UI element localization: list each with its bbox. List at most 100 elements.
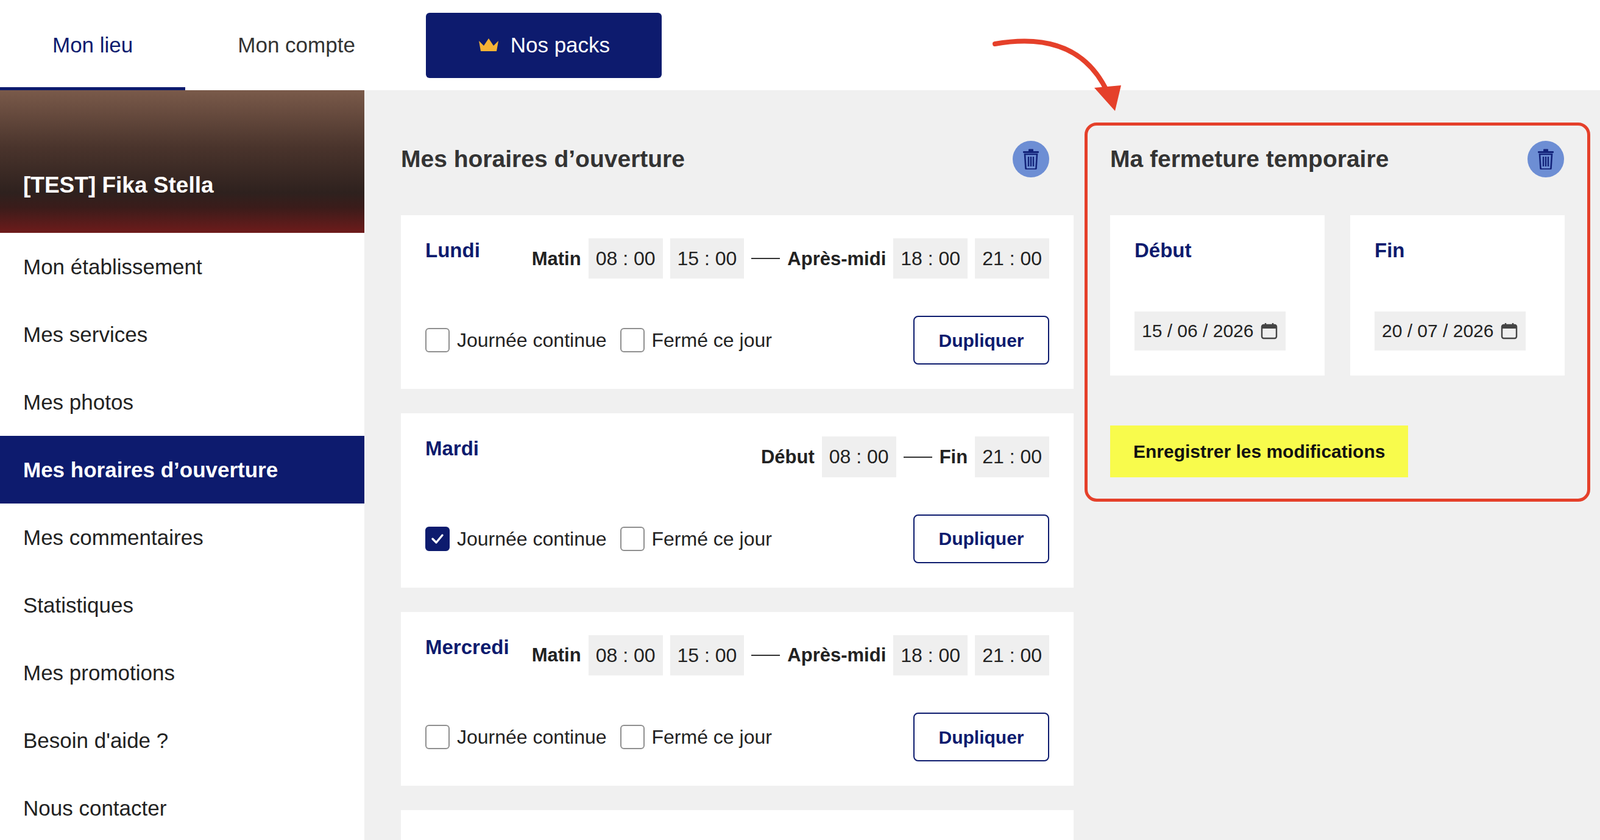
- checkbox-option[interactable]: Journée continue: [425, 722, 607, 752]
- nav-tab-label: Mon compte: [237, 29, 356, 62]
- time-input[interactable]: 18 : 00: [893, 634, 968, 676]
- app-body: [TEST] Fika Stella Mon établissement Mes s…: [0, 90, 1600, 840]
- packs-button[interactable]: Nos packs: [425, 12, 662, 78]
- sidebar-item[interactable]: Mes services: [0, 300, 365, 369]
- time-input[interactable]: 08 : 00: [588, 238, 663, 279]
- trash-icon: [1021, 148, 1041, 170]
- time-input[interactable]: 08 : 00: [821, 436, 897, 477]
- checkbox-label: Journée continue: [456, 325, 607, 355]
- checkbox-label: Journée continue: [456, 722, 607, 752]
- duplicate-button[interactable]: Dupliquer: [913, 315, 1050, 365]
- date-input[interactable]: 20 / 07 / 2026: [1374, 311, 1526, 351]
- time-input[interactable]: 08 : 00: [588, 634, 663, 676]
- sidebar-item-label: Mes photos: [23, 389, 134, 415]
- sidebar-item-label: Mes promotions: [23, 659, 175, 686]
- day-options: Journée continue Fermé ce jour Dupliquer: [425, 315, 1050, 365]
- check-icon: [429, 530, 446, 547]
- time-input[interactable]: 21 : 00: [974, 436, 1050, 477]
- day-card: LundiMatin08 : 0015 : 00Après-midi18 : 0…: [400, 215, 1074, 389]
- checkbox-group: Journée continue Fermé ce jour: [425, 722, 786, 752]
- date-input[interactable]: 15 / 06 / 2026: [1134, 311, 1286, 351]
- sidebar-item[interactable]: Statistiques: [0, 570, 365, 639]
- date-value: 20 / 07 / 2026: [1381, 319, 1494, 342]
- day-header: LundiMatin08 : 0015 : 00Après-midi18 : 0…: [425, 238, 1050, 279]
- checkbox-option[interactable]: Fermé ce jour: [620, 722, 772, 752]
- separator-line: [751, 257, 780, 259]
- day-name: Mercredi: [425, 634, 510, 660]
- time-input[interactable]: 15 : 00: [670, 634, 745, 676]
- time-slots: Début08 : 00Fin21 : 00: [761, 436, 1050, 477]
- sidebar-item-label: Besoin d'aide ?: [23, 727, 169, 754]
- sidebar-item[interactable]: Mon établissement: [0, 232, 365, 301]
- checkbox[interactable]: [425, 724, 450, 749]
- delete-button[interactable]: [1527, 140, 1565, 178]
- checkbox[interactable]: [425, 327, 450, 353]
- sidebar-item[interactable]: Mes horaires d’ouverture: [0, 435, 365, 504]
- venue-name: [TEST] Fika Stella: [23, 171, 214, 199]
- nav-tab[interactable]: Mon lieu: [0, 0, 186, 91]
- section-header: Ma fermeture temporaire: [1110, 140, 1565, 178]
- duplicate-button[interactable]: Dupliquer: [913, 712, 1050, 762]
- time-input[interactable]: 18 : 00: [893, 238, 968, 279]
- day-card: MercrediMatin08 : 0015 : 00Après-midi18 …: [400, 611, 1074, 786]
- crown-icon: [477, 37, 500, 54]
- date-label: Début: [1134, 238, 1303, 263]
- duplicate-button[interactable]: Dupliquer: [913, 514, 1050, 563]
- checkbox-option[interactable]: Fermé ce jour: [620, 325, 772, 355]
- main-content: Mes horaires d’ouvertureLundiMatin08 : 0…: [364, 90, 1600, 840]
- sidebar-item-label: Nous contacter: [23, 795, 167, 821]
- calendar-icon: [1260, 321, 1279, 340]
- time-input[interactable]: 21 : 00: [974, 238, 1050, 279]
- checkbox-label: Fermé ce jour: [651, 325, 772, 355]
- day-header: MercrediMatin08 : 0015 : 00Après-midi18 …: [425, 634, 1050, 676]
- sidebar-item[interactable]: Besoin d'aide ?: [0, 706, 365, 774]
- checkbox[interactable]: [620, 526, 645, 551]
- packs-label: Nos packs: [510, 29, 610, 62]
- sidebar-item[interactable]: Mes commentaires: [0, 503, 365, 571]
- checkbox-option[interactable]: Journée continue: [425, 523, 607, 554]
- sidebar-item[interactable]: Mes promotions: [0, 638, 365, 707]
- trash-icon: [1536, 148, 1555, 170]
- section-title: Ma fermeture temporaire: [1110, 145, 1389, 174]
- sidebar-item-label: Statistiques: [23, 592, 134, 618]
- checkbox[interactable]: [620, 327, 645, 353]
- section-header: Mes horaires d’ouverture: [400, 140, 1074, 178]
- sidebar: [TEST] Fika Stella Mon établissement Mes s…: [0, 90, 365, 840]
- date-card: Fin20 / 07 / 2026: [1350, 215, 1565, 376]
- checkbox-label: Journée continue: [456, 523, 607, 554]
- checkbox[interactable]: [425, 526, 450, 551]
- day-header: MardiDébut08 : 00Fin21 : 00: [425, 436, 1050, 477]
- date-fields: Début 15 / 06 / 2026 Fin20 / 07 / 2026: [1110, 215, 1565, 376]
- annotation-arrow-icon: [974, 24, 1134, 128]
- save-button[interactable]: Enregistrer les modifications: [1110, 425, 1409, 478]
- delete-button[interactable]: [1012, 140, 1050, 178]
- opening-hours: Mes horaires d’ouvertureLundiMatin08 : 0…: [400, 122, 1074, 840]
- time-slots: Matin08 : 0015 : 00Après-midi18 : 0021 :…: [531, 634, 1050, 676]
- sidebar-item-label: Mon établissement: [23, 254, 203, 280]
- slot-label: Après-midi: [787, 247, 886, 270]
- nav-tab-label: Mon lieu: [52, 29, 133, 62]
- checkbox-label: Fermé ce jour: [651, 523, 772, 554]
- sidebar-item-label: Mes services: [23, 321, 148, 348]
- checkbox[interactable]: [620, 724, 645, 749]
- separator-line: [903, 456, 933, 458]
- venue-banner: [TEST] Fika Stella: [0, 90, 365, 233]
- slot-label: Matin: [531, 247, 582, 270]
- date-card: Début 15 / 06 / 2026: [1110, 215, 1325, 376]
- time-input[interactable]: 15 : 00: [670, 238, 745, 279]
- sidebar-item[interactable]: Nous contacter: [0, 773, 365, 840]
- checkbox-group: Journée continue Fermé ce jour: [425, 523, 786, 554]
- checkbox-option[interactable]: Journée continue: [425, 325, 607, 355]
- app: Mon lieu Mon compte Nos packs [TEST] Fika S…: [0, 0, 1600, 840]
- day-name: Mardi: [425, 436, 479, 461]
- time-slots: Matin 08 : 0015 : 00 Après-midi 18 : 0021 :…: [531, 238, 1050, 279]
- checkbox-option[interactable]: Fermé ce jour: [620, 523, 772, 554]
- calendar-icon: [1500, 321, 1519, 340]
- sidebar-item-label: Mes commentaires: [23, 524, 204, 551]
- nav-tab[interactable]: Mon compte: [185, 0, 408, 91]
- slot-label: Fin: [939, 445, 969, 468]
- slot-label: Matin: [531, 643, 582, 666]
- time-input[interactable]: 21 : 00: [974, 634, 1050, 676]
- date-value: 15 / 06 / 2026: [1141, 319, 1254, 342]
- sidebar-item[interactable]: Mes photos: [0, 368, 365, 436]
